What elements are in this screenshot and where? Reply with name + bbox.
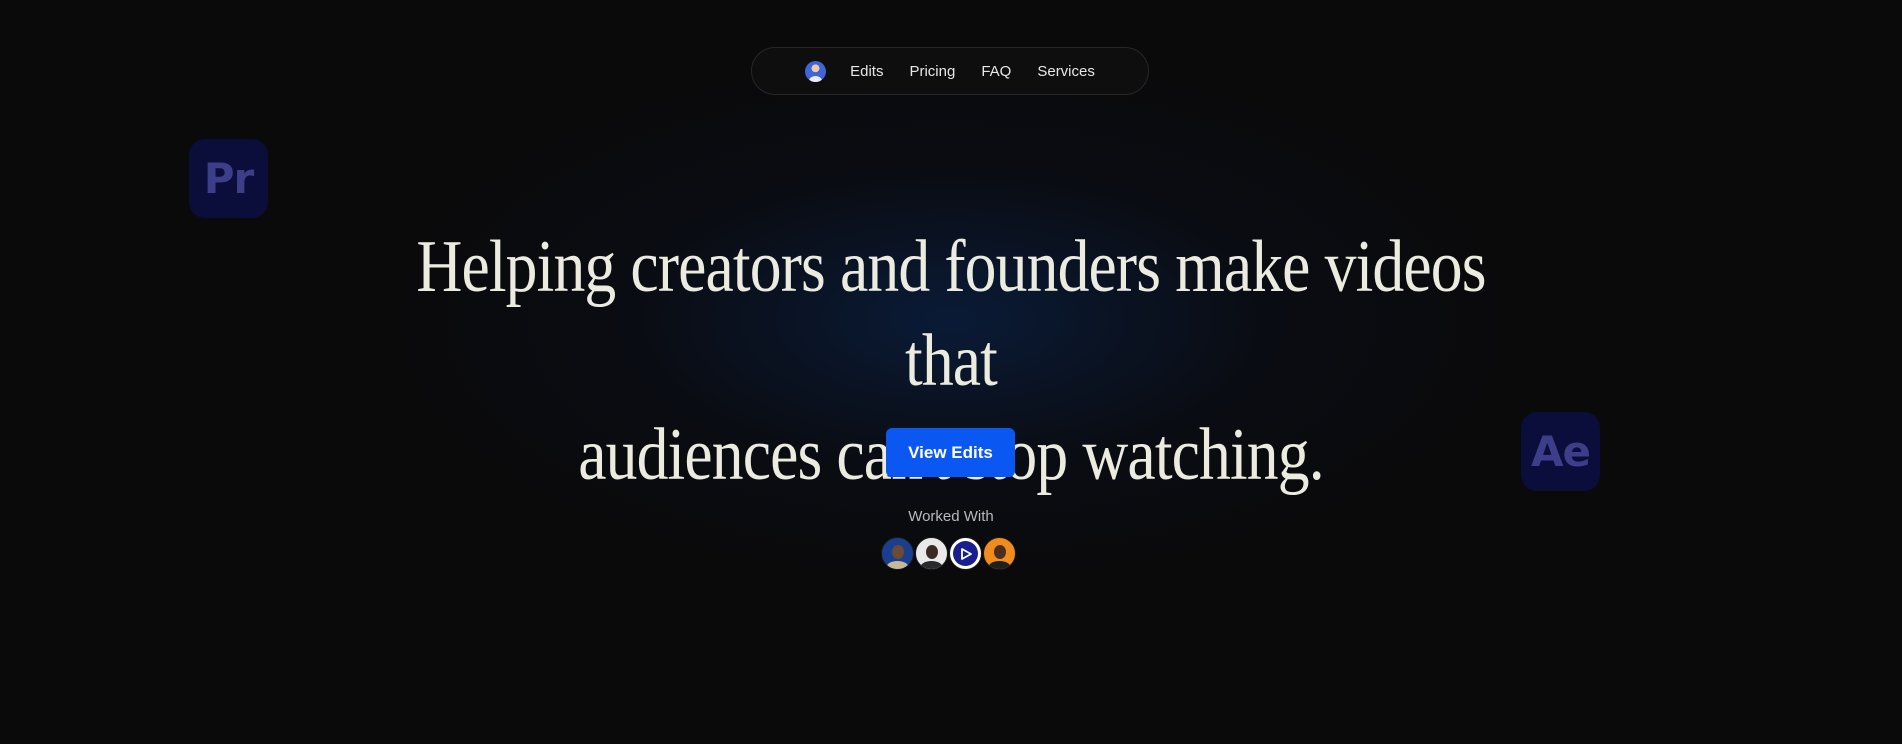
nav-link-services[interactable]: Services bbox=[1037, 63, 1095, 80]
hero-headline-line-1: Helping creators and founders make video… bbox=[416, 226, 1486, 402]
nav-link-faq[interactable]: FAQ bbox=[981, 63, 1011, 80]
worked-with-label: Worked With bbox=[908, 508, 994, 525]
nav-link-edits[interactable]: Edits bbox=[850, 63, 883, 80]
client-avatar-head bbox=[891, 545, 904, 559]
page: Edits Pricing FAQ Services Pr Ae Helping… bbox=[0, 0, 1902, 744]
client-avatar-head bbox=[993, 545, 1006, 559]
client-avatar-icon bbox=[915, 537, 948, 570]
after-effects-icon: Ae bbox=[1521, 412, 1600, 491]
client-avatar-body bbox=[920, 561, 943, 569]
client-avatar-icon bbox=[983, 537, 1016, 570]
profile-avatar-icon[interactable] bbox=[805, 60, 827, 82]
client-avatar-body bbox=[886, 561, 909, 569]
play-icon bbox=[960, 547, 972, 560]
play-logo-ring bbox=[953, 541, 978, 566]
client-avatar-icon bbox=[881, 537, 914, 570]
top-nav: Edits Pricing FAQ Services bbox=[751, 47, 1149, 95]
premiere-pro-icon: Pr bbox=[189, 139, 268, 218]
client-logo-play-icon bbox=[949, 537, 982, 570]
view-edits-button[interactable]: View Edits bbox=[886, 428, 1015, 477]
client-avatar-body bbox=[988, 561, 1011, 569]
client-avatar-head bbox=[925, 545, 938, 559]
nav-link-pricing[interactable]: Pricing bbox=[909, 63, 955, 80]
client-avatars bbox=[881, 537, 1017, 571]
